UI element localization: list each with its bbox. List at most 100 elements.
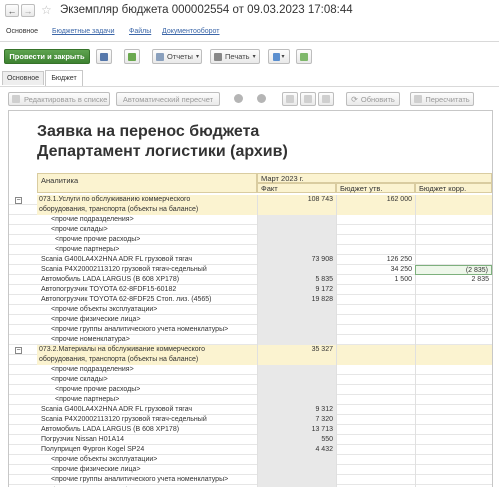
cell-corr[interactable] xyxy=(415,475,492,485)
cell-corr[interactable] xyxy=(415,295,492,305)
cell-fact[interactable]: 9 312 xyxy=(257,405,336,415)
cell-budget[interactable] xyxy=(336,315,415,325)
copy-button[interactable] xyxy=(282,92,298,106)
cell-corr[interactable] xyxy=(415,415,492,425)
forward-button[interactable]: → xyxy=(21,4,35,17)
cell-corr[interactable] xyxy=(415,305,492,315)
cell-fact[interactable]: 7 320 xyxy=(257,415,336,425)
nav-tab-files[interactable]: Файлы xyxy=(129,28,151,35)
cell-corr[interactable] xyxy=(415,355,492,365)
cell-fact[interactable] xyxy=(257,245,336,255)
edit-in-list-button[interactable]: Редактировать в списке xyxy=(8,92,110,106)
cell-corr[interactable] xyxy=(415,335,492,345)
table-row[interactable]: <прочие прочие расходы> xyxy=(9,385,492,395)
table-row[interactable]: <прочие подразделения> xyxy=(9,215,492,225)
cell-budget[interactable] xyxy=(336,435,415,445)
cell-corr[interactable]: (2 835) xyxy=(415,265,492,275)
table-row[interactable]: Автомобиль LADA LARGUS (B 608 XP178) 5 83… xyxy=(9,275,492,285)
cell-fact[interactable] xyxy=(257,325,336,335)
cell-fact[interactable] xyxy=(257,335,336,345)
cell-fact[interactable] xyxy=(257,315,336,325)
table-row[interactable]: <прочие партнеры> xyxy=(9,245,492,255)
cell-corr[interactable] xyxy=(415,205,492,215)
cell-corr[interactable] xyxy=(415,315,492,325)
cell-fact[interactable] xyxy=(257,235,336,245)
cell-fact[interactable] xyxy=(257,455,336,465)
cell-budget[interactable] xyxy=(336,365,415,375)
cell-budget[interactable] xyxy=(336,385,415,395)
table-row[interactable]: <прочие группы аналитического учета номе… xyxy=(9,475,492,485)
table-row[interactable]: <прочие склады> xyxy=(9,375,492,385)
cell-fact[interactable] xyxy=(257,265,336,275)
remove-circle-icon[interactable] xyxy=(257,94,266,103)
cell-budget[interactable] xyxy=(336,215,415,225)
cell-fact[interactable]: 73 908 xyxy=(257,255,336,265)
cell-corr[interactable] xyxy=(415,445,492,455)
table-row[interactable]: Автопогрузчик TOYOTA 62-8FDF15-60182 9 17… xyxy=(9,285,492,295)
cell-corr[interactable] xyxy=(415,235,492,245)
refresh-button[interactable]: ⟳ Обновить xyxy=(346,92,400,106)
cell-budget[interactable] xyxy=(336,295,415,305)
cell-fact[interactable] xyxy=(257,385,336,395)
cell-budget[interactable] xyxy=(336,305,415,315)
cell-budget[interactable] xyxy=(336,445,415,455)
cell-fact[interactable]: 19 828 xyxy=(257,295,336,305)
cell-corr[interactable] xyxy=(415,455,492,465)
cell-fact[interactable]: 108 743 xyxy=(257,195,336,205)
table-row[interactable]: <прочие прочие расходы> xyxy=(9,235,492,245)
table-row[interactable]: Полуприцеп Фургон Kogel SP24 4 432 xyxy=(9,445,492,455)
cell-fact[interactable] xyxy=(257,465,336,475)
cell-budget[interactable] xyxy=(336,245,415,255)
cell-corr[interactable] xyxy=(415,465,492,475)
cell-budget[interactable]: 162 000 xyxy=(336,195,415,205)
cell-fact[interactable] xyxy=(257,205,336,215)
cell-fact[interactable]: 550 xyxy=(257,435,336,445)
save-button[interactable] xyxy=(96,49,112,64)
table-row[interactable]: Scania G400LA4X2HNA ADR FL грузовой тяга… xyxy=(9,255,492,265)
cell-fact[interactable] xyxy=(257,225,336,235)
table-row[interactable]: Автомобиль LADA LARGUS (B 608 XP178) 13 7… xyxy=(9,425,492,435)
clear-button[interactable] xyxy=(318,92,334,106)
reports-menu-button[interactable]: Отчеты ▾ xyxy=(152,49,202,64)
cell-fact[interactable]: 4 432 xyxy=(257,445,336,455)
cell-corr[interactable] xyxy=(415,405,492,415)
table-row[interactable]: оборудования, транспорта (объекты на бал… xyxy=(9,355,492,365)
cell-corr[interactable] xyxy=(415,255,492,265)
cell-budget[interactable] xyxy=(336,475,415,485)
cell-budget[interactable] xyxy=(336,335,415,345)
cell-corr[interactable] xyxy=(415,395,492,405)
cell-corr[interactable] xyxy=(415,425,492,435)
table-row[interactable]: <прочие партнеры> xyxy=(9,395,492,405)
cell-fact[interactable]: 35 327 xyxy=(257,345,336,355)
cell-corr[interactable]: 2 835 xyxy=(415,275,492,285)
nav-tab-main[interactable]: Основное xyxy=(6,28,38,35)
cell-budget[interactable] xyxy=(336,425,415,435)
table-row[interactable]: <прочие объекты эксплуатации> xyxy=(9,455,492,465)
cell-fact[interactable]: 13 713 xyxy=(257,425,336,435)
table-row[interactable]: <прочие склады> xyxy=(9,225,492,235)
cell-fact[interactable] xyxy=(257,355,336,365)
cell-budget[interactable]: 34 250 xyxy=(336,265,415,275)
cell-budget[interactable] xyxy=(336,395,415,405)
cell-budget[interactable] xyxy=(336,225,415,235)
table-row[interactable]: оборудования, транспорта (объекты на бал… xyxy=(9,205,492,215)
cell-budget[interactable] xyxy=(336,345,415,355)
cell-corr[interactable] xyxy=(415,195,492,205)
table-row[interactable]: Scania P4X20002113120 грузовой тягач-сед… xyxy=(9,415,492,425)
back-button[interactable]: ← xyxy=(5,4,19,17)
post-and-close-button[interactable]: Провести и закрыть xyxy=(4,49,90,64)
paste-button[interactable] xyxy=(300,92,316,106)
cell-corr[interactable] xyxy=(415,285,492,295)
table-row[interactable]: <прочие физические лица> xyxy=(9,315,492,325)
cell-fact[interactable] xyxy=(257,215,336,225)
cell-budget[interactable] xyxy=(336,455,415,465)
cell-fact[interactable] xyxy=(257,475,336,485)
cell-fact[interactable] xyxy=(257,365,336,375)
cell-corr[interactable] xyxy=(415,385,492,395)
cell-budget[interactable] xyxy=(336,415,415,425)
table-row[interactable]: Scania G400LA4X2HNA ADR FL грузовой тяга… xyxy=(9,405,492,415)
table-row[interactable]: <прочие физические лица> xyxy=(9,465,492,475)
table-row[interactable]: Погрузчик Nissan H01A14 550 xyxy=(9,435,492,445)
auto-recalc-button[interactable]: Автоматический пересчет xyxy=(116,92,220,106)
table-row[interactable]: 073.2.Материалы на обслуживание коммерче… xyxy=(9,345,492,355)
